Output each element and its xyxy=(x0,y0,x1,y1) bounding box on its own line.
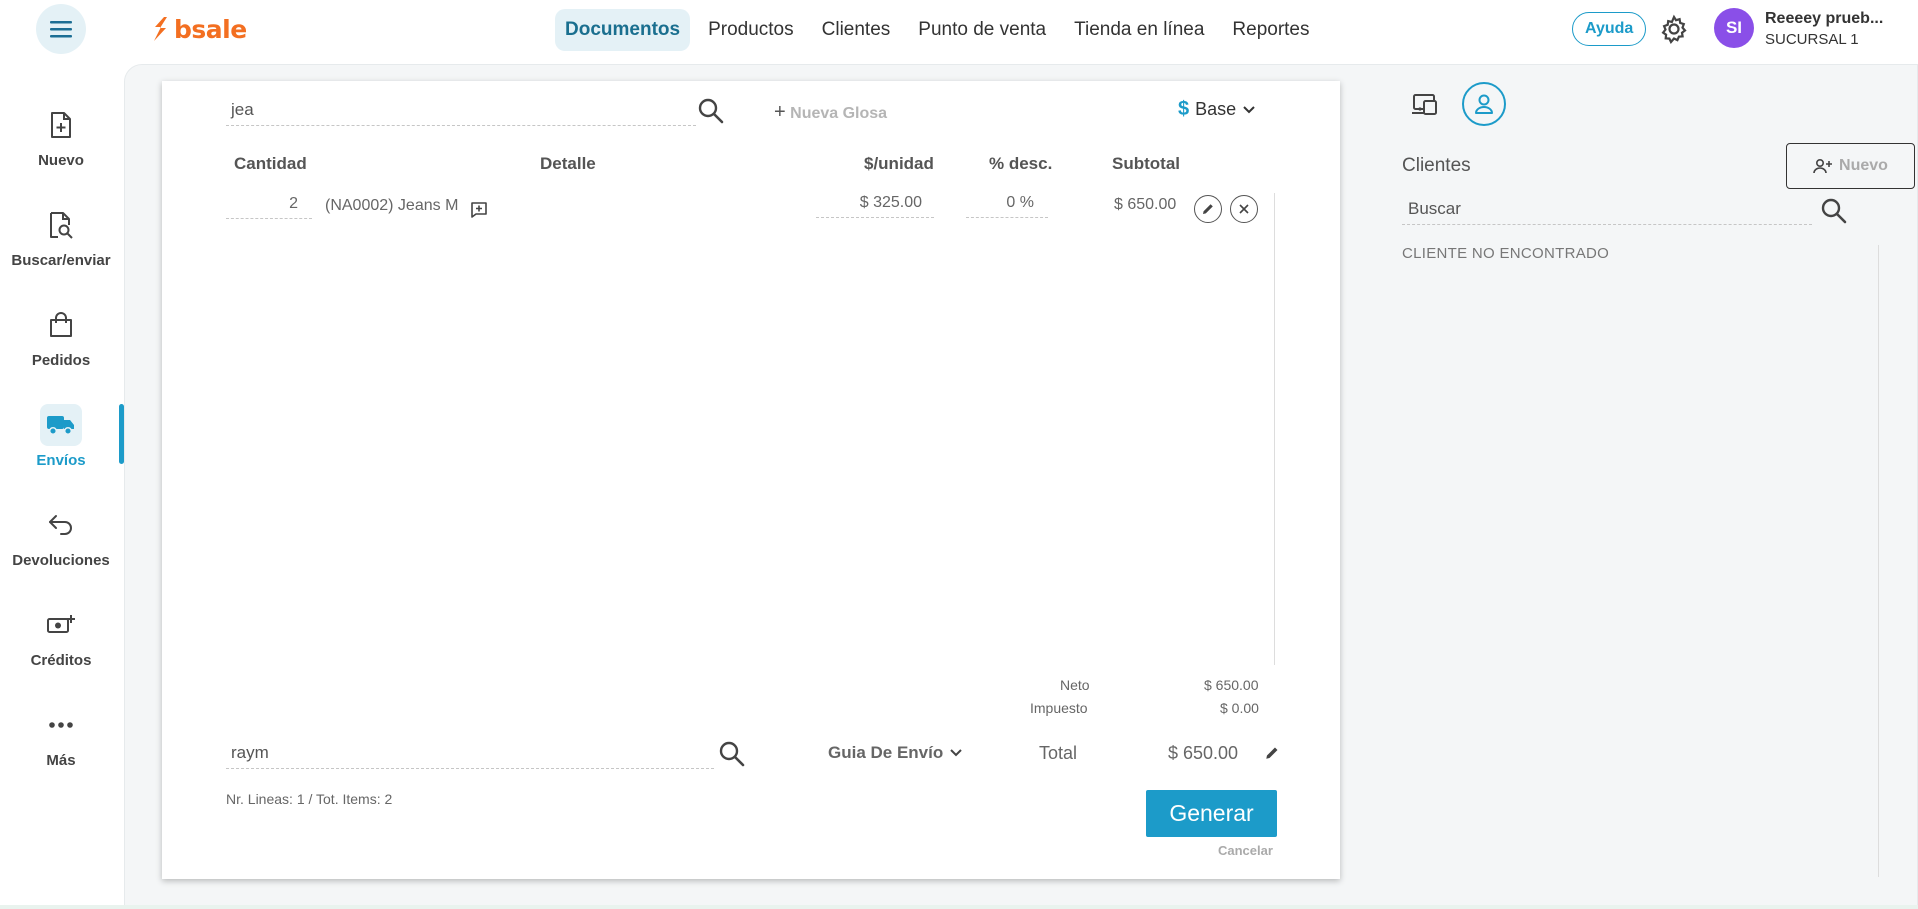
chevron-down-icon xyxy=(950,749,962,757)
sidebar-item-mas[interactable]: Más xyxy=(0,704,122,794)
sidebar-item-creditos[interactable]: Créditos xyxy=(0,604,122,694)
new-glosa-button[interactable]: + Nueva Glosa xyxy=(774,101,887,124)
column-header-subtotal: Subtotal xyxy=(1112,154,1180,173)
seller-search-button[interactable] xyxy=(718,740,746,768)
nav-punto-de-venta[interactable]: Punto de venta xyxy=(908,9,1056,51)
generate-button[interactable]: Generar xyxy=(1146,790,1277,837)
sidebar-item-pedidos[interactable]: Pedidos xyxy=(0,304,122,394)
bsale-logo[interactable]: bsale xyxy=(150,12,247,46)
more-dots-icon xyxy=(49,722,73,728)
avatar[interactable]: SI xyxy=(1714,8,1754,48)
sidebar-item-envios[interactable]: Envíos xyxy=(0,404,122,494)
new-glosa-label: Nueva Glosa xyxy=(790,105,888,122)
hamburger-icon xyxy=(50,21,72,38)
pencil-icon xyxy=(1266,747,1278,759)
user-plus-icon xyxy=(1813,158,1833,174)
neto-label: Neto xyxy=(1060,677,1090,693)
top-bar: bsale Documentos Productos Clientes Punt… xyxy=(0,0,1918,58)
search-icon xyxy=(698,98,724,124)
sidebar-item-label: Pedidos xyxy=(31,352,91,369)
sidebar-item-label: Buscar/enviar xyxy=(11,252,111,269)
bottom-edge xyxy=(0,905,1918,909)
price-list-value: Base xyxy=(1195,99,1237,119)
money-plus-icon xyxy=(47,615,75,633)
sidebar-item-buscar-enviar[interactable]: Buscar/enviar xyxy=(0,204,122,294)
neto-value: $ 650.00 xyxy=(1204,677,1259,693)
total-value: $ 650.00 xyxy=(1168,743,1239,763)
main-navigation: Documentos Productos Clientes Punto de v… xyxy=(555,9,1320,51)
bsale-logo-icon xyxy=(154,17,167,41)
row-unit-price-input[interactable]: $ 325.00 xyxy=(816,192,934,218)
row-subtotal: $ 650.00 xyxy=(1114,196,1177,213)
close-icon xyxy=(1239,204,1249,214)
user-branch: SUCURSAL 1 xyxy=(1765,31,1859,48)
nav-reportes[interactable]: Reportes xyxy=(1222,9,1319,51)
sidebar-item-nuevo[interactable]: Nuevo xyxy=(0,104,122,194)
chevron-down-icon xyxy=(1243,105,1255,113)
sidebar: Nuevo Buscar/enviar Pedidos Envíos Devol… xyxy=(0,58,122,909)
delete-row-button[interactable] xyxy=(1230,195,1258,223)
tab-client[interactable] xyxy=(1462,82,1506,126)
edit-row-button[interactable] xyxy=(1194,195,1222,223)
row-detail: (NA0002) Jeans M xyxy=(325,197,459,214)
brand-name: bsale xyxy=(174,14,247,44)
tax-value: $ 0.00 xyxy=(1220,700,1259,716)
file-plus-icon xyxy=(51,112,71,138)
new-client-label: Nuevo xyxy=(1839,157,1888,174)
client-panel-scrollbar-track[interactable] xyxy=(1878,245,1879,877)
undo-arrow-icon xyxy=(49,515,72,535)
devices-icon xyxy=(1412,94,1437,115)
settings-button[interactable] xyxy=(1658,13,1690,45)
edit-total-button[interactable] xyxy=(1264,745,1280,766)
sidebar-item-label: Créditos xyxy=(30,652,92,669)
document-type-value: Guia De Envío xyxy=(828,743,944,762)
user-icon xyxy=(1475,94,1493,114)
comment-plus-icon xyxy=(471,202,487,218)
add-note-button[interactable] xyxy=(470,201,488,224)
dollar-icon: $ xyxy=(1178,98,1190,120)
document-type-select[interactable]: Guia De Envío xyxy=(828,743,963,763)
column-header-qty: Cantidad xyxy=(234,154,307,173)
items-scrollbar-track[interactable] xyxy=(1274,193,1275,665)
sidebar-item-label: Nuevo xyxy=(38,152,84,169)
total-label: Total xyxy=(1039,743,1078,763)
seller-search-input[interactable]: raym xyxy=(226,739,714,769)
search-icon xyxy=(1821,198,1847,224)
search-icon xyxy=(719,741,745,767)
sidebar-item-label: Devoluciones xyxy=(12,552,110,569)
help-button[interactable]: Ayuda xyxy=(1572,12,1647,46)
nav-productos[interactable]: Productos xyxy=(698,9,804,51)
tab-devices[interactable] xyxy=(1407,86,1443,122)
file-search-icon xyxy=(50,212,73,239)
cancel-link[interactable]: Cancelar xyxy=(1218,843,1273,858)
product-search-input[interactable]: jea xyxy=(226,96,696,126)
sidebar-item-label: Más xyxy=(46,752,76,769)
new-client-button[interactable]: Nuevo xyxy=(1786,143,1915,189)
hamburger-menu-button[interactable] xyxy=(36,4,86,54)
nav-documentos[interactable]: Documentos xyxy=(555,9,691,51)
client-not-found-message: CLIENTE NO ENCONTRADO xyxy=(1402,245,1610,262)
client-search-input[interactable]: Buscar xyxy=(1402,195,1812,225)
tax-label: Impuesto xyxy=(1030,700,1088,716)
column-header-discount: % desc. xyxy=(989,154,1053,173)
plus-icon: + xyxy=(774,101,786,123)
column-header-detail: Detalle xyxy=(540,154,596,173)
sidebar-item-devoluciones[interactable]: Devoluciones xyxy=(0,504,122,594)
nav-tienda-en-linea[interactable]: Tienda en línea xyxy=(1064,9,1214,51)
clients-title: Clientes xyxy=(1402,155,1471,176)
row-qty-input[interactable]: 2 xyxy=(226,193,312,219)
client-search-button[interactable] xyxy=(1820,197,1848,225)
gear-icon xyxy=(1661,14,1687,45)
row-discount-input[interactable]: 0 % xyxy=(966,192,1048,218)
column-header-unit-price: $/unidad xyxy=(864,154,934,173)
product-search-button[interactable] xyxy=(697,97,725,125)
line-item-counts: Nr. Lineas: 1 / Tot. Items: 2 xyxy=(226,791,393,807)
price-list-select[interactable]: $ Base xyxy=(1178,98,1256,121)
truck-icon xyxy=(47,416,74,436)
user-name[interactable]: Reeeey prueb... xyxy=(1765,10,1883,28)
nav-clientes[interactable]: Clientes xyxy=(812,9,901,51)
pencil-icon xyxy=(1203,204,1213,214)
bag-icon xyxy=(50,312,72,337)
sidebar-item-label: Envíos xyxy=(36,452,86,469)
